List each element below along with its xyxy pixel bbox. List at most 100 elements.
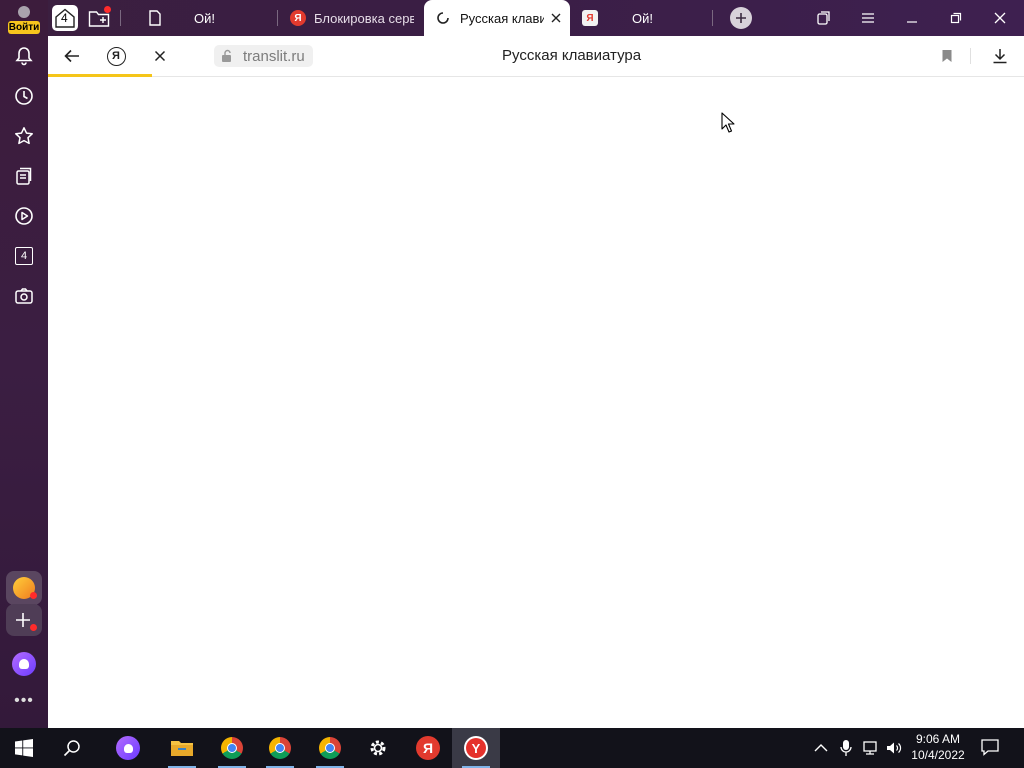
taskbar-clock[interactable]: 9:06 AM 10/4/2022	[908, 731, 968, 763]
tab-label: Блокировка серв	[314, 10, 414, 26]
new-tab-button[interactable]	[729, 6, 753, 30]
tab-list-button[interactable]	[812, 6, 836, 30]
taskbar-yandex-browser[interactable]: Y	[452, 728, 500, 768]
page-content	[48, 77, 1024, 728]
yandex-icon: Я	[416, 736, 440, 760]
tab-label: Ой!	[194, 10, 215, 26]
close-window-button[interactable]	[988, 6, 1012, 30]
tab-label: Русская клави	[460, 10, 544, 26]
tab-divider	[120, 10, 121, 26]
minimize-button[interactable]	[900, 6, 924, 30]
taskbar-yandex[interactable]: Я	[404, 728, 452, 768]
windows-logo-icon	[15, 739, 33, 757]
menu-button[interactable]	[856, 6, 880, 30]
chrome-profile-icon	[319, 737, 341, 759]
tab-bar: 4 Ой! Я Блокировка серв Русская клави Я …	[48, 0, 1024, 36]
back-arrow-icon	[64, 49, 79, 63]
toolbar-divider	[970, 48, 971, 64]
chevron-up-icon	[814, 744, 828, 752]
tab-blocking[interactable]: Я Блокировка серв	[284, 0, 418, 36]
notification-dot-icon	[30, 624, 37, 631]
minimize-icon	[907, 21, 917, 23]
chat-bubble-icon	[981, 739, 999, 756]
screenshot-icon[interactable]	[12, 284, 36, 308]
url-text[interactable]: translit.ru	[243, 48, 305, 65]
restore-icon	[950, 12, 962, 24]
page-title: Русская клавиатура	[502, 47, 642, 64]
yandex-browser-icon: Y	[464, 736, 488, 760]
taskbar-alice[interactable]	[104, 728, 152, 768]
mail-tile[interactable]	[6, 571, 42, 605]
chrome-profile-icon	[269, 737, 291, 759]
hamburger-icon	[862, 13, 874, 23]
folder-icon	[171, 741, 193, 756]
play-icon[interactable]	[12, 204, 36, 228]
taskbar-chrome-2[interactable]	[256, 728, 304, 768]
microphone-icon[interactable]	[840, 739, 854, 757]
restore-button[interactable]	[944, 6, 968, 30]
new-tab-group-button[interactable]	[88, 6, 111, 29]
start-button[interactable]	[0, 728, 48, 768]
tab-oops-1[interactable]: Ой!	[138, 0, 270, 36]
star-icon[interactable]	[12, 124, 36, 148]
collections-icon[interactable]	[12, 164, 36, 188]
address-toolbar: Я translit.ru Русская клавиатура	[48, 36, 1024, 77]
tab-divider	[277, 10, 278, 26]
tab-divider	[712, 10, 713, 26]
tab-russian-keyboard[interactable]: Русская клави	[424, 0, 570, 36]
alice-icon[interactable]	[12, 652, 36, 676]
bookmark-icon	[942, 50, 952, 62]
sidebar: Войти 4 •••	[0, 0, 48, 728]
search-button[interactable]	[48, 728, 96, 768]
notifications-button[interactable]	[980, 738, 1002, 758]
chrome-icon	[221, 737, 243, 759]
yandex-logo-icon: Я	[106, 46, 126, 66]
address-bar[interactable]: translit.ru	[214, 45, 313, 67]
tabs-counter-icon[interactable]: 4	[12, 244, 36, 268]
search-icon	[63, 740, 80, 757]
yandex-doc-favicon-icon: Я	[582, 10, 598, 26]
tab-oops-2[interactable]: Я Ой!	[576, 0, 706, 36]
network-icon[interactable]	[862, 740, 880, 756]
volume-icon[interactable]	[886, 740, 902, 756]
gear-icon	[370, 740, 386, 756]
document-icon	[149, 10, 161, 26]
mouse-cursor-icon	[721, 112, 735, 133]
clock-time: 9:06 AM	[915, 732, 961, 746]
copy-tabs-icon	[817, 11, 830, 25]
close-icon	[994, 12, 1006, 24]
home-tabs-button[interactable]: 4	[52, 5, 78, 31]
user-avatar-icon	[18, 6, 30, 18]
tab-label: Ой!	[632, 10, 653, 26]
tray-overflow-button[interactable]	[814, 740, 830, 756]
stop-loading-button[interactable]	[148, 44, 172, 68]
more-icon[interactable]: •••	[12, 693, 36, 710]
plus-icon	[730, 7, 752, 29]
back-button[interactable]	[60, 44, 84, 68]
add-icon	[16, 613, 30, 627]
bell-icon[interactable]	[12, 44, 36, 68]
unlocked-padlock-icon[interactable]	[220, 49, 234, 63]
windows-taskbar: Я Y 9:06 AM 10/4/2022	[0, 728, 1024, 768]
stop-icon	[154, 50, 166, 62]
yandex-favicon-icon: Я	[290, 10, 306, 26]
tabs-counter-value: 4	[15, 247, 33, 265]
downloads-button[interactable]	[988, 44, 1012, 68]
notification-dot-icon	[104, 6, 111, 13]
yandex-button[interactable]: Я	[104, 44, 128, 68]
taskbar-file-explorer[interactable]	[158, 728, 206, 768]
login-button[interactable]: Войти	[6, 4, 42, 34]
home-tabs-counter: 4	[61, 11, 68, 25]
loading-spinner-icon	[437, 12, 449, 24]
close-tab-icon[interactable]	[550, 12, 562, 24]
bookmark-button[interactable]	[935, 44, 959, 68]
download-icon	[993, 49, 1007, 64]
add-tile[interactable]	[6, 604, 42, 636]
taskbar-settings[interactable]	[354, 728, 402, 768]
taskbar-chrome-3[interactable]	[306, 728, 354, 768]
alice-icon	[116, 736, 140, 760]
notification-dot-icon	[30, 592, 37, 599]
taskbar-chrome-1[interactable]	[208, 728, 256, 768]
history-icon[interactable]	[12, 84, 36, 108]
clock-date: 10/4/2022	[911, 748, 965, 762]
